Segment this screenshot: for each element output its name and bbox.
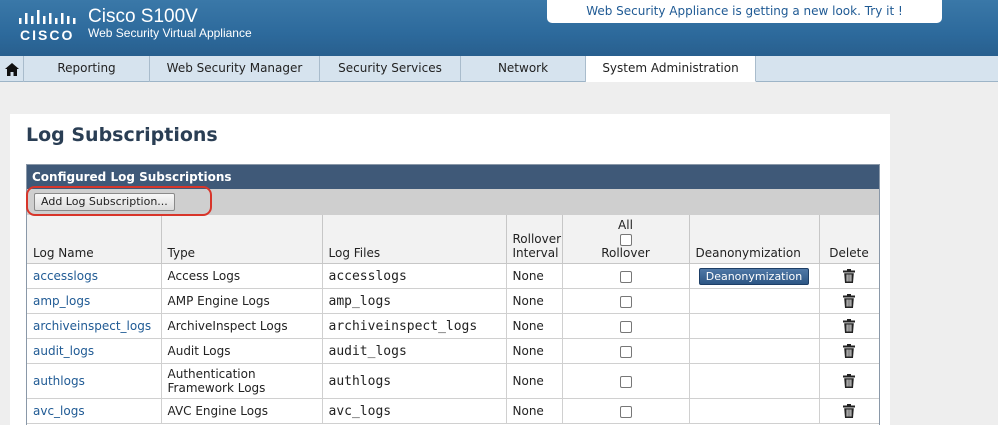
home-button[interactable]	[0, 56, 24, 82]
tab-security-services[interactable]: Security Services	[320, 56, 461, 82]
log-name-link[interactable]: authlogs	[33, 374, 85, 388]
log-files: archiveinspect_logs	[322, 313, 507, 339]
rollover-interval: None	[506, 288, 563, 314]
trash-icon[interactable]	[843, 294, 855, 309]
trash-icon[interactable]	[843, 344, 855, 359]
tab-system-administration[interactable]: System Administration	[586, 56, 756, 82]
rollover-interval: None	[506, 398, 563, 424]
home-icon	[4, 62, 19, 76]
rollover-checkbox[interactable]	[619, 345, 632, 358]
rollover-checkbox[interactable]	[619, 320, 632, 333]
log-type: Audit Logs	[161, 338, 323, 364]
add-log-subscription-button[interactable]: Add Log Subscription...	[34, 193, 175, 211]
tab-reporting[interactable]: Reporting	[24, 56, 150, 82]
section-title: Configured Log Subscriptions	[27, 165, 879, 189]
rollover-checkbox[interactable]	[619, 295, 632, 308]
log-files: audit_logs	[322, 338, 507, 364]
col-type: Type	[161, 215, 323, 264]
col-rollover-interval-line2: Interval	[512, 246, 559, 260]
trash-icon[interactable]	[843, 269, 855, 284]
table-row: authlogs Authentication Framework Logs a…	[27, 363, 879, 399]
log-type: AVC Engine Logs	[161, 398, 323, 424]
rollover-checkbox[interactable]	[619, 405, 632, 418]
main-nav: Reporting Web Security Manager Security …	[0, 56, 998, 82]
cisco-logo-icon	[19, 10, 76, 24]
log-type: ArchiveInspect Logs	[161, 313, 323, 339]
col-log-files: Log Files	[322, 215, 507, 264]
rollover-interval: None	[506, 338, 563, 364]
col-delete: Delete	[819, 215, 879, 264]
log-name-link[interactable]: avc_logs	[33, 404, 85, 418]
page-title: Log Subscriptions	[26, 124, 218, 146]
new-look-promo-link[interactable]: Web Security Appliance is getting a new …	[547, 0, 942, 23]
deanonymization-cell	[689, 338, 820, 364]
product-name: Cisco S100V	[88, 6, 198, 27]
all-label: All	[618, 218, 633, 232]
tab-network[interactable]: Network	[461, 56, 586, 82]
product-subtitle: Web Security Virtual Appliance	[88, 26, 252, 40]
deanonymization-cell	[689, 363, 820, 399]
trash-icon[interactable]	[843, 404, 855, 419]
app-header: CISCO Cisco S100V Web Security Virtual A…	[0, 0, 998, 56]
rollover-label: Rollover	[601, 246, 650, 260]
log-files: amp_logs	[322, 288, 507, 314]
col-rollover-interval-line1: Rollover	[512, 232, 562, 246]
log-type: Authentication Framework Logs	[161, 363, 323, 399]
trash-icon[interactable]	[843, 319, 855, 334]
rollover-checkbox[interactable]	[619, 375, 632, 388]
table-row: avc_logs AVC Engine Logs avc_logs None	[27, 398, 879, 424]
log-files: authlogs	[322, 363, 507, 399]
rollover-interval: None	[506, 313, 563, 339]
log-table: Log Name Type Log Files Rollover Interval…	[27, 215, 879, 424]
rollover-checkbox[interactable]	[619, 270, 632, 283]
log-subscriptions-table: Configured Log Subscriptions Add Log Sub…	[26, 164, 880, 425]
log-type: Access Logs	[161, 263, 323, 289]
log-name-link[interactable]: amp_logs	[33, 294, 90, 308]
table-row: archiveinspect_logs ArchiveInspect Logs …	[27, 313, 879, 339]
rollover-all-checkbox[interactable]	[619, 233, 632, 246]
deanonymization-cell	[689, 398, 820, 424]
col-rollover-interval: Rollover Interval	[506, 215, 563, 264]
col-log-name: Log Name	[27, 215, 162, 264]
log-files: avc_logs	[322, 398, 507, 424]
log-files: accesslogs	[322, 263, 507, 289]
trash-icon[interactable]	[843, 374, 855, 389]
deanonymization-button[interactable]: Deanonymization	[698, 267, 810, 285]
table-toolbar: Add Log Subscription...	[27, 189, 879, 215]
log-name-link[interactable]: accesslogs	[33, 269, 98, 283]
table-row: accesslogs Access Logs accesslogs None D…	[27, 263, 879, 289]
col-deanonymization: Deanonymization	[689, 215, 820, 264]
rollover-interval: None	[506, 363, 563, 399]
deanonymization-cell	[689, 313, 820, 339]
tab-web-security-manager[interactable]: Web Security Manager	[150, 56, 320, 82]
log-type: AMP Engine Logs	[161, 288, 323, 314]
rollover-interval: None	[506, 263, 563, 289]
table-row: amp_logs AMP Engine Logs amp_logs None	[27, 288, 879, 314]
log-name-link[interactable]: archiveinspect_logs	[33, 319, 151, 333]
col-rollover: All Rollover	[562, 215, 690, 264]
log-name-link[interactable]: audit_logs	[33, 344, 94, 358]
table-row: audit_logs Audit Logs audit_logs None	[27, 338, 879, 364]
deanonymization-cell	[689, 288, 820, 314]
cisco-logo-text: CISCO	[20, 27, 75, 43]
